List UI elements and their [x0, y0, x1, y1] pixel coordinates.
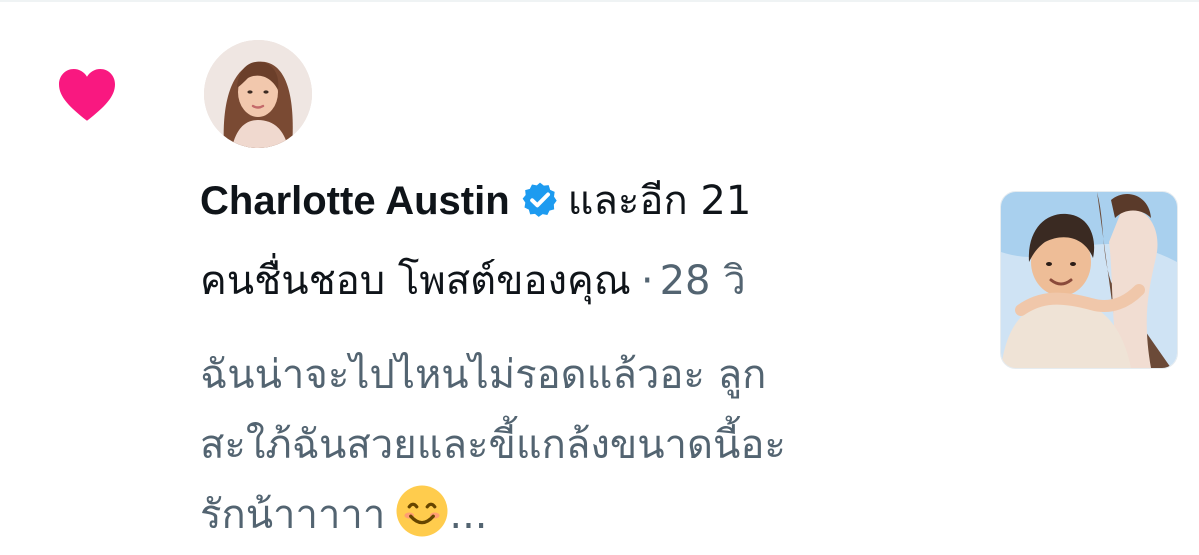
post-preview-line: สะใภ้ฉันสวยและขี้แกล้งขนาดนี้อะ [200, 422, 786, 468]
verified-badge-icon [522, 182, 557, 217]
post-preview-line: รักน้าาาาา [200, 492, 386, 538]
avatar-portrait [204, 40, 312, 148]
post-thumbnail-image [1001, 192, 1177, 368]
post-preview-line: ฉันน่าจะไปไหนไม่รอดแล้วอะ ลูก [200, 352, 767, 398]
timestamp: 28 วิ [659, 258, 746, 304]
top-divider [0, 0, 1199, 2]
others-count-text[interactable]: และอีก 21 [568, 178, 752, 224]
action-text: คนชื่นชอบ โพสต์ของคุณ [200, 258, 631, 304]
post-preview-text[interactable]: ฉันน่าจะไปไหนไม่รอดแล้วอะ ลูก สะใภ้ฉันสว… [200, 340, 940, 550]
ellipsis: ... [449, 492, 488, 538]
post-preview-line-last: รักน้าาาาา ... [200, 480, 940, 550]
heart-icon [59, 69, 115, 121]
post-thumbnail[interactable] [1000, 191, 1178, 369]
actor-name[interactable]: Charlotte Austin [200, 179, 510, 223]
smiling-face-icon [396, 485, 448, 537]
notification-action-line: คนชื่นชอบ โพสต์ของคุณ · 28 วิ [200, 258, 940, 304]
avatar[interactable] [204, 40, 312, 148]
separator: · [640, 258, 654, 304]
notification-headline: Charlotte Austin และอีก 21 [200, 178, 940, 224]
